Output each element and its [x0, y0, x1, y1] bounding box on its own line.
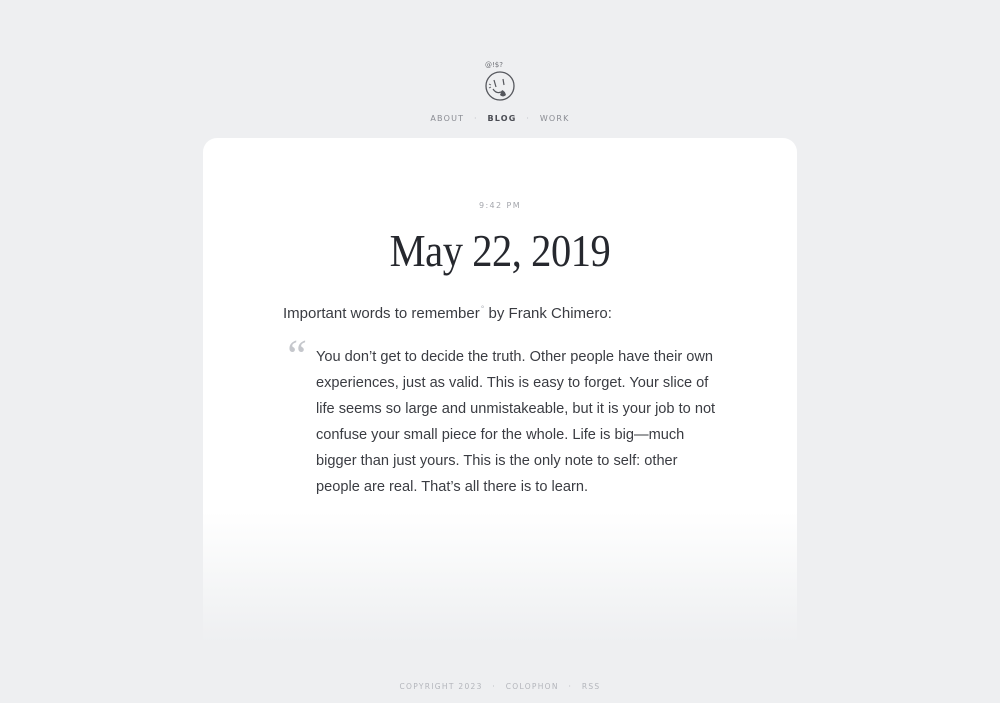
footer-rss-link[interactable]: RSS — [582, 682, 601, 691]
footer-separator: · — [492, 682, 497, 691]
nav-item-work[interactable]: WORK — [540, 114, 570, 123]
post-quote: You don’t get to decide the truth. Other… — [316, 349, 716, 495]
intro-text: Important words to remember — [283, 305, 480, 322]
site-logo[interactable]: @!$? — [481, 58, 519, 104]
nav-item-about[interactable]: ABOUT — [430, 114, 464, 123]
post-intro: Important words to remember° by Frank Ch… — [283, 304, 612, 322]
intro-attribution: by Frank Chimero: — [484, 305, 612, 322]
svg-text:@!$?: @!$? — [485, 61, 503, 69]
post-time: 9:42 PM — [478, 201, 522, 210]
site-footer: COPYRIGHT 2023 · COLOPHON · RSS — [0, 682, 1000, 691]
nav-item-blog[interactable]: BLOG — [487, 114, 516, 123]
footer-separator: · — [568, 682, 573, 691]
nav-separator: · — [526, 114, 531, 123]
post-card: 9:42 PM May 22, 2019 Important words to … — [203, 138, 797, 643]
footer-copyright: COPYRIGHT 2023 — [399, 682, 483, 691]
post-title: May 22, 2019 — [389, 225, 611, 276]
smiley-face-logo-icon: @!$? — [485, 61, 515, 101]
footer-colophon-link[interactable]: COLOPHON — [506, 682, 559, 691]
nav-separator: · — [473, 114, 478, 123]
quote-mark-icon: “ — [283, 331, 308, 380]
main-nav: ABOUT · BLOG · WORK — [0, 114, 1000, 123]
